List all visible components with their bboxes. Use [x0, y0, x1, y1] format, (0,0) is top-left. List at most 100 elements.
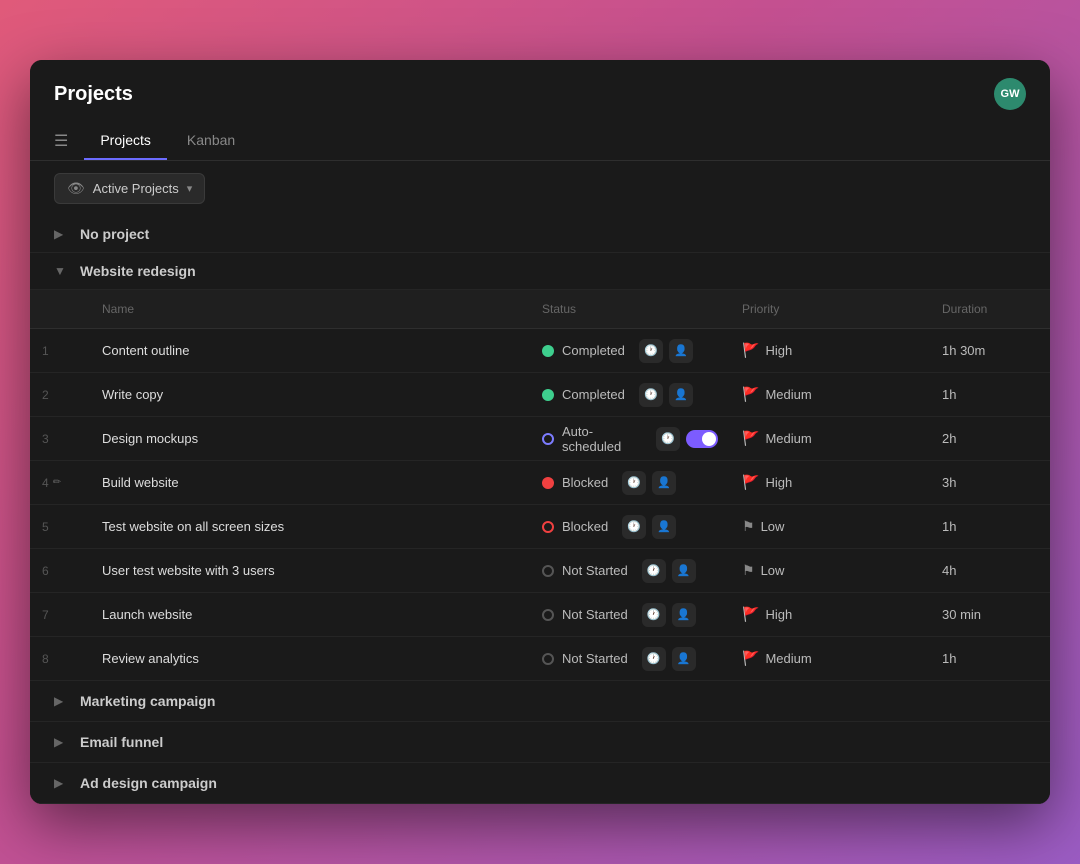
chevron-right-icon: ▶: [54, 735, 70, 749]
col-header-priority: Priority: [730, 296, 930, 322]
task-number: 6: [30, 564, 90, 578]
task-duration: 4h: [930, 563, 1050, 578]
task-name: Launch website: [90, 607, 530, 622]
chevron-right-icon: ▶: [54, 776, 70, 790]
assignee-icon[interactable]: 👤: [669, 383, 693, 407]
tab-bar: ☰ Projects Kanban: [30, 122, 1050, 161]
task-priority[interactable]: 🚩Medium: [730, 386, 930, 403]
chevron-down-icon: ▾: [187, 182, 193, 195]
table-header: Name Status Priority Duration: [30, 290, 1050, 329]
task-duration: 1h: [930, 387, 1050, 402]
priority-text: Medium: [765, 431, 811, 446]
task-status[interactable]: Not Started🕐👤: [530, 559, 730, 583]
priority-text: Medium: [765, 651, 811, 666]
clock-icon[interactable]: 🕐: [656, 427, 680, 451]
task-number: 4✏: [30, 476, 90, 490]
task-priority[interactable]: 🚩Medium: [730, 430, 930, 447]
clock-icon[interactable]: 🕐: [639, 339, 663, 363]
task-number: 7: [30, 608, 90, 622]
clock-icon[interactable]: 🕐: [622, 471, 646, 495]
task-duration: 1h 30m: [930, 343, 1050, 358]
task-duration: 2h: [930, 431, 1050, 446]
task-status[interactable]: Not Started🕐👤: [530, 647, 730, 671]
priority-text: High: [765, 343, 792, 358]
group-label: Marketing campaign: [80, 693, 215, 709]
status-text: Auto-scheduled: [562, 424, 642, 454]
content: ▶ No project ▼ Website redesign Name Sta…: [30, 216, 1050, 804]
clock-icon[interactable]: 🕐: [642, 603, 666, 627]
task-priority[interactable]: 🚩 High: [730, 474, 930, 491]
clock-icon[interactable]: 🕐: [622, 515, 646, 539]
task-priority[interactable]: 🚩 High: [730, 606, 930, 623]
page-title: Projects: [54, 83, 133, 106]
clock-icon[interactable]: 🕐: [642, 559, 666, 583]
status-text: Blocked: [562, 475, 608, 490]
table-row[interactable]: 4✏Build websiteBlocked🕐👤🚩High3h: [30, 461, 1050, 505]
task-duration: 1h: [930, 651, 1050, 666]
task-number: 8: [30, 652, 90, 666]
task-status[interactable]: Completed 🕐👤: [530, 383, 730, 407]
task-name: User test website with 3 users: [90, 563, 530, 578]
task-duration: 30 min: [930, 607, 1050, 622]
task-priority[interactable]: 🚩 High: [730, 342, 930, 359]
task-priority[interactable]: ⚑ Low: [730, 562, 930, 579]
group-row-ad-design[interactable]: ▶ Ad design campaign: [30, 763, 1050, 804]
table-row[interactable]: 5Test website on all screen sizesBlocked…: [30, 505, 1050, 549]
table-row[interactable]: 2Write copyCompleted🕐👤🚩Medium1h: [30, 373, 1050, 417]
group-row-no-project[interactable]: ▶ No project: [30, 216, 1050, 253]
priority-text: High: [765, 607, 792, 622]
priority-flag-icon: 🚩: [742, 342, 759, 359]
group-label: Email funnel: [80, 734, 163, 750]
assignee-icon[interactable]: 👤: [672, 603, 696, 627]
priority-flag-icon: 🚩: [742, 474, 759, 491]
table-row[interactable]: 8Review analyticsNot Started🕐👤🚩Medium1h: [30, 637, 1050, 681]
table-row[interactable]: 1Content outline Completed 🕐👤 🚩 High 1h 30m: [30, 329, 1050, 373]
assignee-icon[interactable]: 👤: [672, 559, 696, 583]
priority-flag-icon: 🚩: [742, 606, 759, 623]
task-status[interactable]: Completed 🕐👤: [530, 339, 730, 363]
eye-icon: 👁: [67, 180, 85, 197]
clock-icon[interactable]: 🕐: [639, 383, 663, 407]
table-row[interactable]: 3Design mockupsAuto-scheduled🕐🚩Medium2h: [30, 417, 1050, 461]
task-priority[interactable]: 🚩Medium: [730, 650, 930, 667]
table-row[interactable]: 6User test website with 3 usersNot Start…: [30, 549, 1050, 593]
task-status[interactable]: Not Started🕐👤: [530, 603, 730, 627]
tab-kanban[interactable]: Kanban: [171, 122, 251, 160]
task-status[interactable]: Auto-scheduled 🕐: [530, 424, 730, 454]
task-duration: 1h: [930, 519, 1050, 534]
group-row-marketing[interactable]: ▶ Marketing campaign: [30, 681, 1050, 722]
task-name: Write copy: [90, 387, 530, 402]
auto-schedule-toggle[interactable]: [686, 430, 718, 448]
col-header-duration: Duration: [930, 296, 1050, 322]
group-row-email-funnel[interactable]: ▶ Email funnel: [30, 722, 1050, 763]
menu-icon[interactable]: ☰: [46, 123, 76, 159]
filter-button[interactable]: 👁 Active Projects ▾: [54, 173, 205, 204]
task-priority[interactable]: ⚑Low: [730, 518, 930, 535]
task-status[interactable]: Blocked 🕐👤: [530, 471, 730, 495]
priority-text: High: [765, 475, 792, 490]
avatar[interactable]: GW: [994, 78, 1026, 110]
status-dot: [542, 565, 554, 577]
col-header-name: Name: [90, 296, 530, 322]
clock-icon[interactable]: 🕐: [642, 647, 666, 671]
assignee-icon[interactable]: 👤: [669, 339, 693, 363]
task-number: 1: [30, 344, 90, 358]
table-row[interactable]: 7Launch websiteNot Started🕐👤 🚩 High 30 min: [30, 593, 1050, 637]
assignee-icon[interactable]: 👤: [652, 515, 676, 539]
task-number: 5: [30, 520, 90, 534]
priority-text: Low: [761, 563, 785, 578]
status-text: Blocked: [562, 519, 608, 534]
priority-flag-icon: ⚑: [742, 562, 755, 579]
tab-projects[interactable]: Projects: [84, 122, 167, 160]
task-name: Build website: [90, 475, 530, 490]
task-name: Content outline: [90, 343, 530, 358]
status-text: Completed: [562, 387, 625, 402]
task-status[interactable]: Blocked 🕐👤: [530, 515, 730, 539]
task-name: Test website on all screen sizes: [90, 519, 530, 534]
group-row-website-redesign[interactable]: ▼ Website redesign: [30, 253, 1050, 290]
status-text: Completed: [562, 343, 625, 358]
group-label: No project: [80, 226, 149, 242]
assignee-icon[interactable]: 👤: [652, 471, 676, 495]
assignee-icon[interactable]: 👤: [672, 647, 696, 671]
app-window: Projects GW ☰ Projects Kanban 👁 Active P…: [30, 60, 1050, 804]
